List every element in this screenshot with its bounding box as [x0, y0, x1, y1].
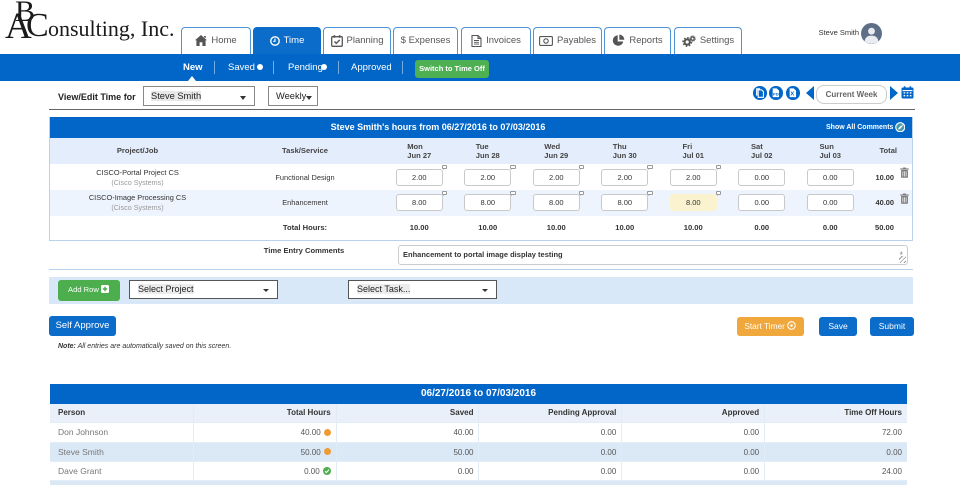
svg-text:PDF: PDF	[773, 91, 782, 96]
svg-text:X: X	[790, 92, 794, 98]
